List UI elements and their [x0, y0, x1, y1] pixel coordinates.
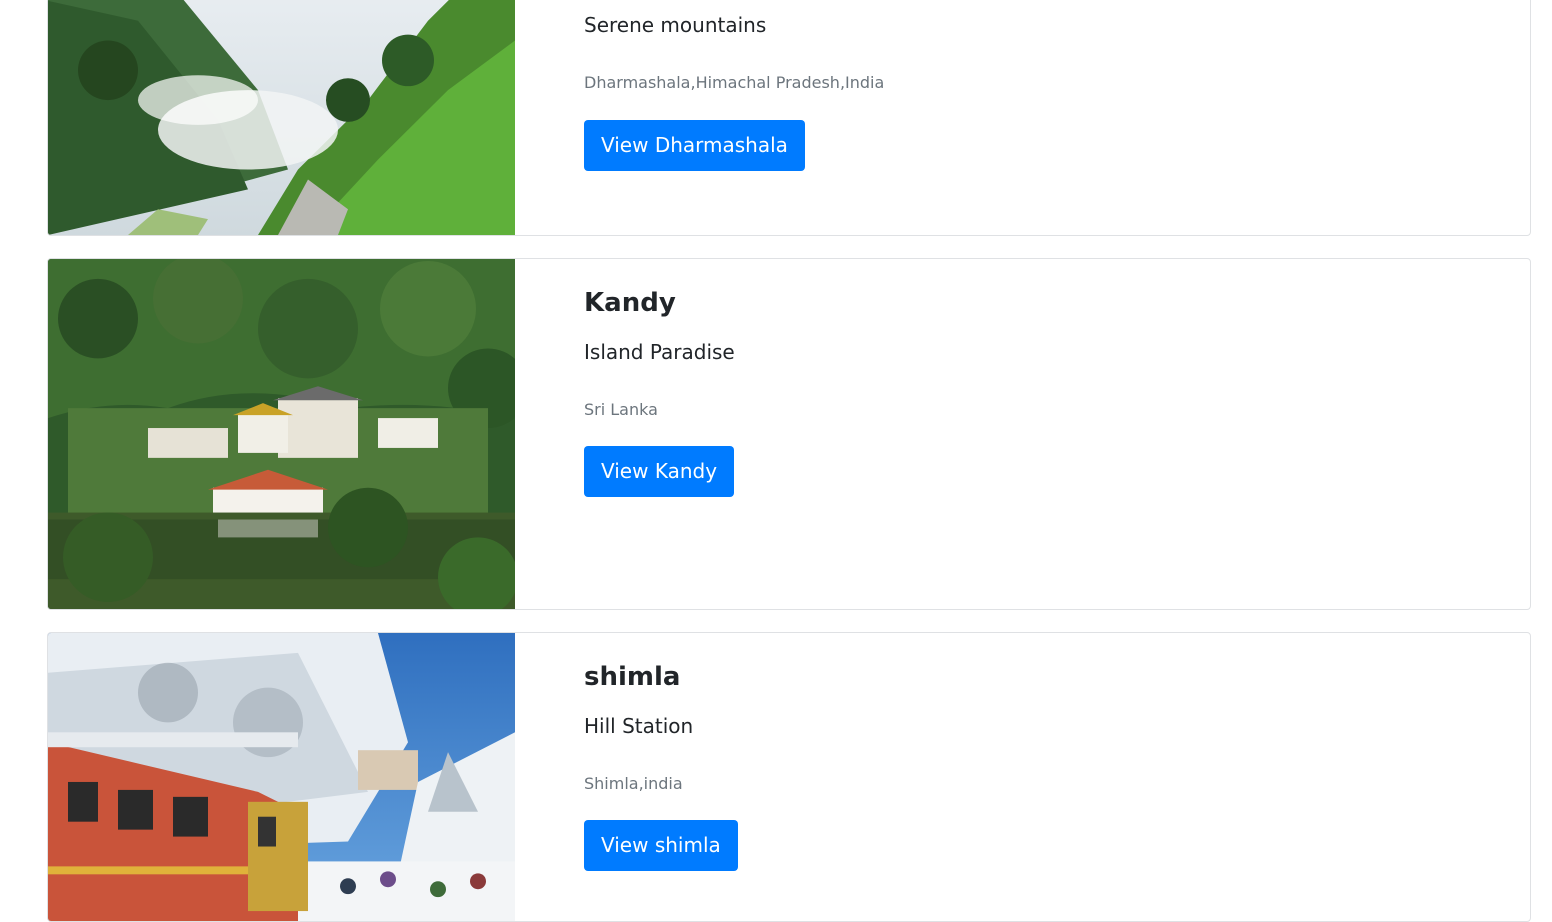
destination-card-shimla: shimla Hill Station Shimla,india View sh…	[47, 632, 1531, 922]
card-title: Kandy	[584, 288, 676, 318]
view-shimla-button[interactable]: View shimla	[584, 820, 738, 871]
card-title: shimla	[584, 662, 681, 692]
dharmashala-image	[48, 0, 515, 235]
card-subtitle: Hill Station	[584, 714, 694, 738]
destination-card-kandy: Kandy Island Paradise Sri Lanka View Kan…	[47, 258, 1531, 610]
destination-card-dharmashala: Serene mountains Dharmashala,Himachal Pr…	[47, 0, 1531, 236]
card-location: Dharmashala,Himachal Pradesh,India	[584, 73, 885, 92]
view-dharmashala-button[interactable]: View Dharmashala	[584, 120, 805, 171]
view-kandy-button[interactable]: View Kandy	[584, 446, 735, 497]
card-location: Shimla,india	[584, 774, 683, 793]
shimla-image	[48, 633, 515, 921]
card-subtitle: Serene mountains	[584, 13, 767, 37]
card-subtitle: Island Paradise	[584, 340, 735, 364]
kandy-image	[48, 259, 515, 609]
card-location: Sri Lanka	[584, 400, 658, 419]
